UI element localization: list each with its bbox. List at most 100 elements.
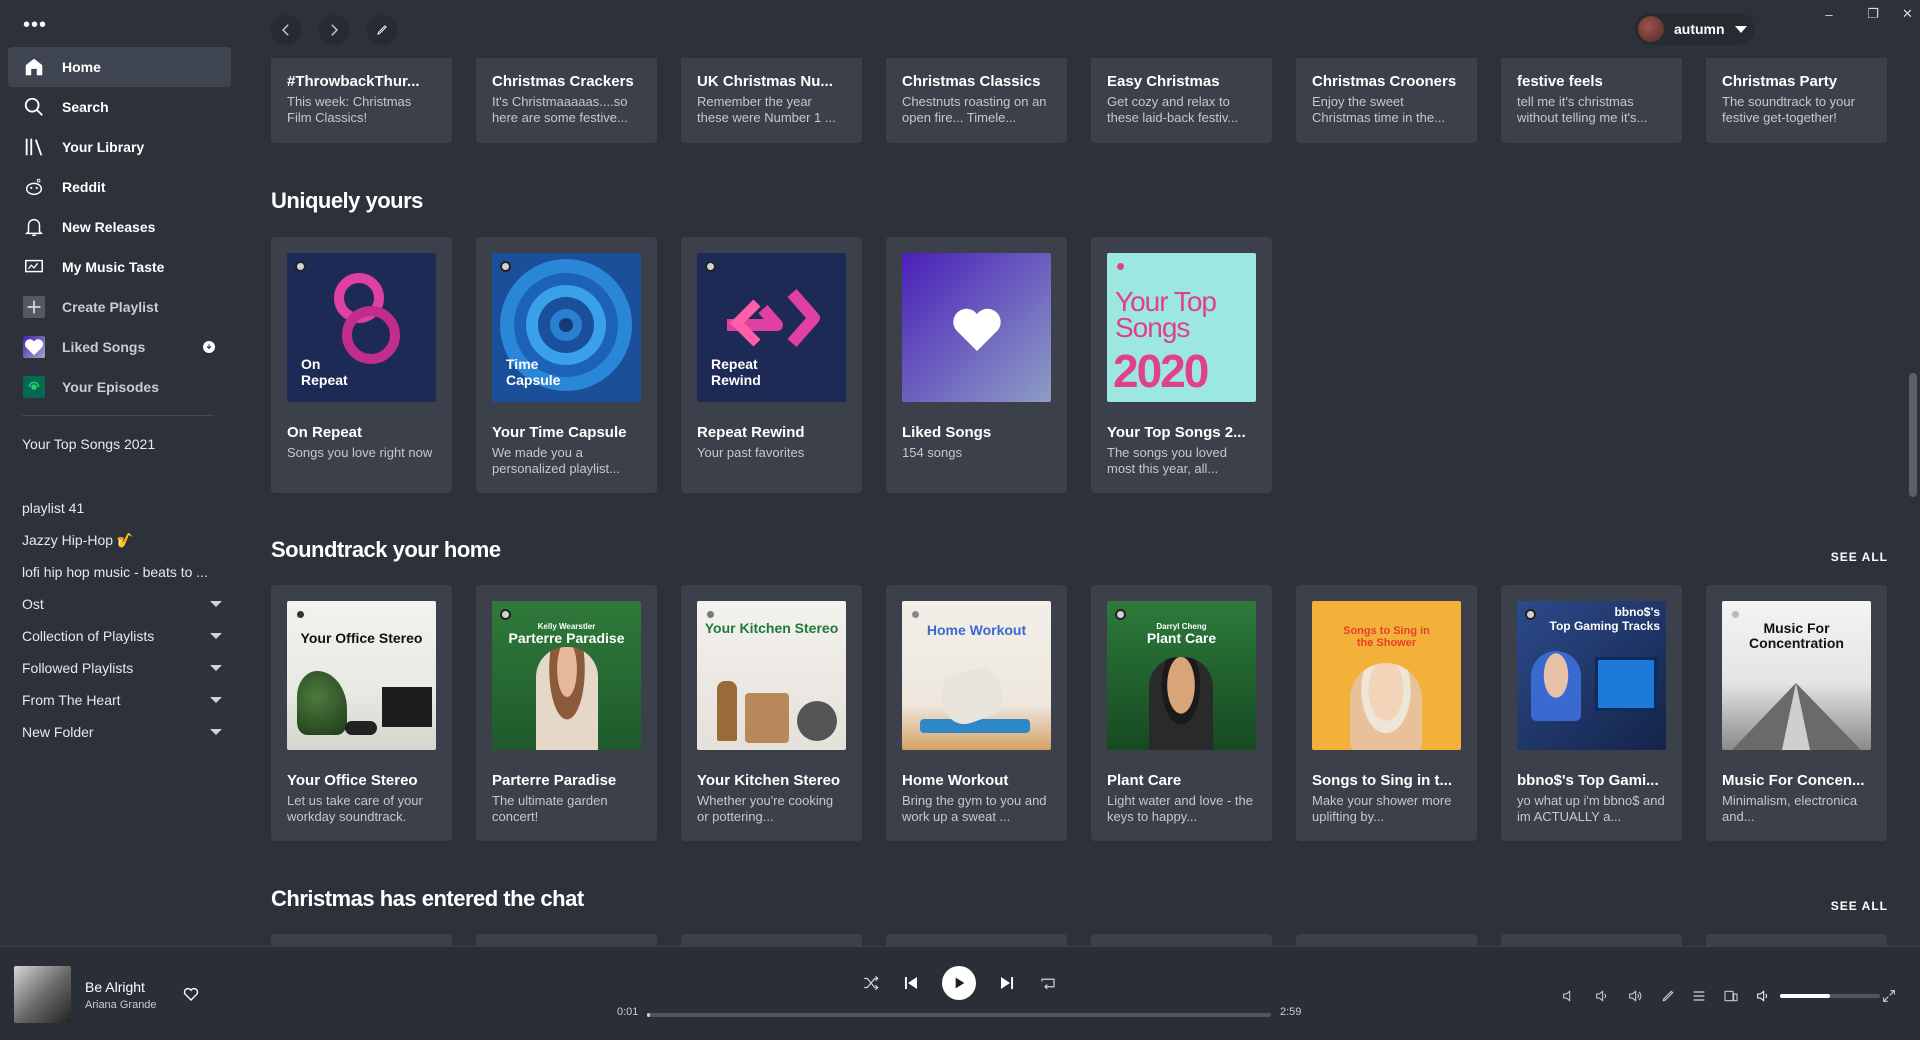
close-button[interactable]: ✕: [1895, 0, 1920, 28]
sidebar-item-label: Search: [62, 99, 109, 115]
back-button[interactable]: [271, 15, 301, 45]
playlist-card[interactable]: bbno$'s Top Gaming Tracks bbno$'s Top Ga…: [1501, 585, 1682, 841]
playlist-item[interactable]: Jazzy Hip-Hop 🎷: [22, 524, 222, 556]
playlist-card[interactable]: [1296, 934, 1477, 946]
menu-dots-button[interactable]: •••: [23, 15, 47, 35]
section-title[interactable]: Soundtrack your home: [271, 537, 501, 563]
shuffle-button[interactable]: [861, 973, 881, 993]
playlist-folder[interactable]: Collection of Playlists: [22, 620, 222, 652]
card-description: Chestnuts roasting on an open fire... Ti…: [902, 94, 1047, 125]
mute-button[interactable]: [1753, 986, 1773, 1006]
repeat-icon: [1041, 978, 1055, 990]
card-description: Let us take care of your workday soundtr…: [287, 793, 423, 824]
playlist-card[interactable]: [271, 934, 452, 946]
playlist-card[interactable]: Time Capsule Your Time Capsule We made you…: [476, 237, 657, 493]
volume-low-button[interactable]: [1559, 986, 1579, 1006]
playlist-card[interactable]: [681, 934, 862, 946]
top-playlist-row: #ThrowbackThur... This week: Christmas Fi…: [271, 58, 1887, 143]
playlist-card[interactable]: Your Office Stereo Your Office Stereo Let…: [271, 585, 452, 841]
download-badge-icon: [203, 341, 215, 353]
see-all-button[interactable]: SEE ALL: [1831, 550, 1888, 564]
playlist-folder[interactable]: From The Heart: [22, 684, 222, 716]
card-description: The soundtrack to your festive get-toget…: [1722, 94, 1855, 125]
repeat-button[interactable]: [1038, 973, 1058, 993]
sidebar-item-home[interactable]: Home: [8, 47, 231, 87]
previous-button[interactable]: [901, 973, 921, 993]
playlist-card[interactable]: Christmas Classics Chestnuts roasting on …: [886, 58, 1067, 143]
playlist-folder[interactable]: Followed Playlists: [22, 652, 222, 684]
playlist-card[interactable]: Songs to Sing in the Shower Songs to Sin…: [1296, 585, 1477, 841]
playlist-card[interactable]: Christmas Crooners Enjoy the sweet Christ…: [1296, 58, 1477, 143]
playlist-card[interactable]: Repeat Rewind Repeat Rewind Your past favo…: [681, 237, 862, 493]
chevron-right-icon: [331, 24, 339, 36]
see-all-button[interactable]: SEE ALL: [1831, 899, 1888, 913]
home-icon: [22, 55, 46, 79]
playlist-card[interactable]: Home Workout Home Workout Bring the gym t…: [886, 585, 1067, 841]
volume-mid-button[interactable]: [1592, 986, 1612, 1006]
playlist-item[interactable]: playlist 41: [22, 492, 222, 524]
sidebar-item-your-episodes[interactable]: Your Episodes: [8, 367, 231, 407]
heart-outline-icon: [183, 987, 199, 1001]
fullscreen-button[interactable]: [1879, 986, 1899, 1006]
playlist-card[interactable]: [1706, 934, 1887, 946]
sidebar-item-reddit[interactable]: Reddit: [8, 167, 231, 207]
playlist-card[interactable]: Your Top Songs 2020 Your Top Songs 2... Th…: [1091, 237, 1272, 493]
extension-button[interactable]: [367, 15, 397, 45]
playlist-card[interactable]: #ThrowbackThur... This week: Christmas Fi…: [271, 58, 452, 143]
forward-button[interactable]: [319, 15, 349, 45]
restore-button[interactable]: ❐: [1851, 0, 1895, 28]
devices-button[interactable]: [1721, 986, 1741, 1006]
playlist-card[interactable]: Easy Christmas Get cozy and relax to thes…: [1091, 58, 1272, 143]
card-artwork: bbno$'s Top Gaming Tracks: [1517, 601, 1666, 750]
card-title: festive feels: [1517, 73, 1603, 90]
section-title[interactable]: Christmas has entered the chat: [271, 886, 584, 912]
sidebar-item-music-taste[interactable]: My Music Taste: [8, 247, 231, 287]
playlist-card[interactable]: Kelly Wearstler Parterre Paradise Parter…: [476, 585, 657, 841]
track-title[interactable]: Be Alright: [85, 979, 157, 995]
playlist-item[interactable]: Your Top Songs 2021: [22, 428, 222, 460]
next-button[interactable]: [997, 973, 1017, 993]
minimize-button[interactable]: –: [1807, 0, 1851, 28]
playlist-card[interactable]: Liked Songs 154 songs: [886, 237, 1067, 493]
sidebar-item-create-playlist[interactable]: Create Playlist: [8, 287, 231, 327]
queue-button[interactable]: [1689, 986, 1709, 1006]
playlist-card[interactable]: Music For Concentration Music For Concen…: [1706, 585, 1887, 841]
section-title[interactable]: Uniquely yours: [271, 188, 423, 214]
sidebar-item-library[interactable]: Your Library: [8, 127, 231, 167]
volume-slider[interactable]: [1780, 994, 1880, 998]
playlist-card[interactable]: Your Kitchen Stereo Your Kitchen Stereo W…: [681, 585, 862, 841]
playlist-folder[interactable]: Ost: [22, 588, 222, 620]
playlist-card[interactable]: On Repeat On Repeat Songs you love right n…: [271, 237, 452, 493]
track-artist[interactable]: Ariana Grande: [85, 999, 157, 1011]
playlist-card[interactable]: [1091, 934, 1272, 946]
playlist-card[interactable]: Darryl Cheng Plant Care Plant Care Light …: [1091, 585, 1272, 841]
card-title: Christmas Classics: [902, 73, 1041, 90]
user-menu-button[interactable]: autumn: [1635, 13, 1755, 45]
playlist-card[interactable]: UK Christmas Nu... Remember the year thes…: [681, 58, 862, 143]
progress-bar[interactable]: [647, 1013, 1271, 1017]
play-button[interactable]: [942, 966, 976, 1000]
sidebar-item-search[interactable]: Search: [8, 87, 231, 127]
artwork-text: Your Kitchen Stereo: [704, 620, 839, 636]
artwork-year: 2020: [1113, 345, 1209, 397]
playlist-folder[interactable]: New Folder: [22, 716, 222, 748]
playlist-card[interactable]: [1501, 934, 1682, 946]
person-image: [1149, 657, 1213, 750]
playlist-item[interactable]: lofi hip hop music - beats to ...: [22, 556, 222, 588]
lyrics-button[interactable]: [1658, 986, 1678, 1006]
like-button[interactable]: [182, 985, 200, 1008]
sidebar-item-liked-songs[interactable]: Liked Songs: [8, 327, 231, 367]
playlist-card[interactable]: [476, 934, 657, 946]
playlist-card[interactable]: [886, 934, 1067, 946]
sidebar-item-new-releases[interactable]: New Releases: [8, 207, 231, 247]
devices-icon: [1724, 990, 1738, 1002]
album-cover[interactable]: [14, 966, 71, 1023]
christmas-row: [271, 934, 1887, 946]
playlist-card[interactable]: Christmas Crackers It's Christmaaaaas....…: [476, 58, 657, 143]
main-scrollbar[interactable]: [1909, 373, 1917, 497]
card-description: Minimalism, electronica and...: [1722, 793, 1858, 824]
playlist-card[interactable]: festive feels tell me it's christmas with…: [1501, 58, 1682, 143]
card-description: Get cozy and relax to these laid-back fe…: [1107, 94, 1239, 125]
playlist-card[interactable]: Christmas Party The soundtrack to your fe…: [1706, 58, 1887, 143]
volume-high-button[interactable]: [1625, 986, 1645, 1006]
